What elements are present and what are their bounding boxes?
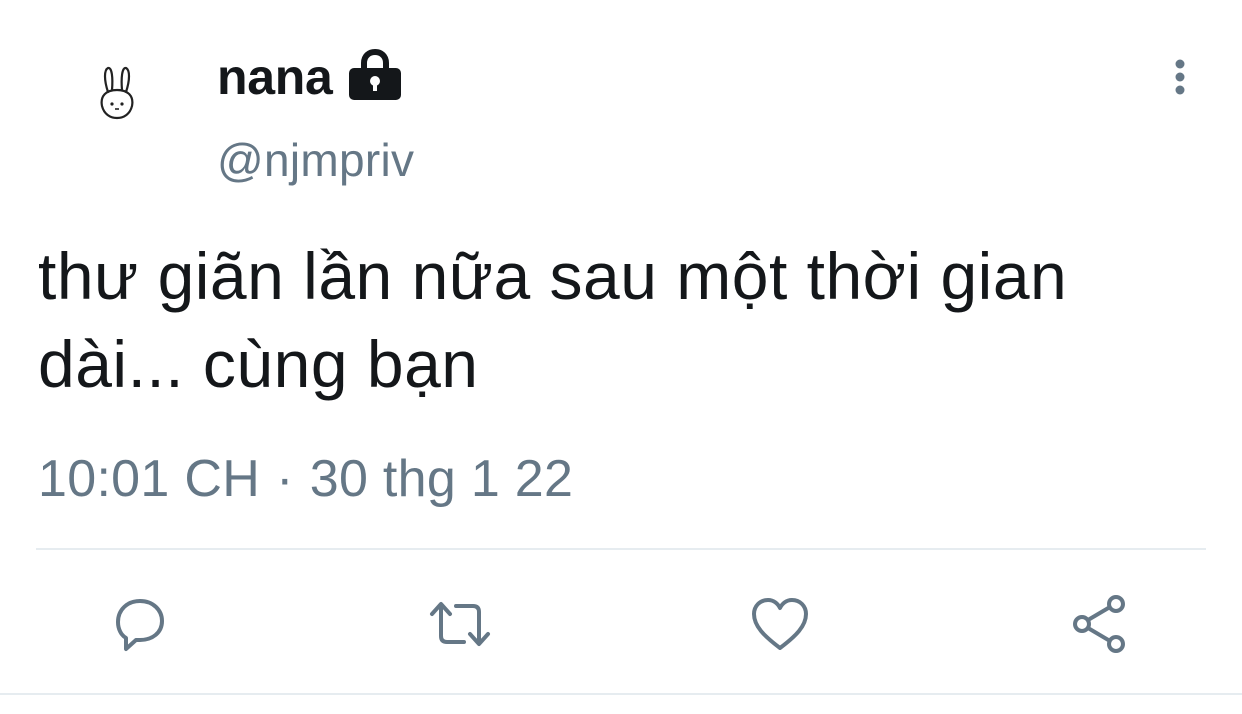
author-handle[interactable]: @njmpriv	[217, 133, 414, 187]
reply-icon	[116, 599, 164, 651]
heart-icon	[752, 598, 808, 650]
share-icon	[1073, 595, 1125, 653]
timestamp-separator: ·	[276, 450, 294, 508]
divider	[36, 548, 1206, 550]
tweet-card: nana @njmpriv thư giãn lần nữa sau một t…	[0, 0, 1242, 714]
tweet-date: 30 thg 1 22	[309, 450, 574, 508]
lock-icon	[347, 46, 403, 102]
like-button[interactable]	[748, 592, 812, 656]
bottom-divider	[0, 693, 1242, 695]
reply-button[interactable]	[108, 592, 172, 656]
retweet-button[interactable]	[428, 592, 492, 656]
avatar[interactable]	[78, 50, 156, 128]
display-name[interactable]: nana	[217, 48, 333, 106]
tweet-text: thư giãn lần nữa sau một thời gian dài..…	[38, 239, 1068, 401]
more-vertical-icon	[1175, 59, 1185, 95]
tweet-timestamp[interactable]: 10:01 CH · 30 thg 1 22	[38, 449, 573, 509]
author-name-row: nana	[217, 44, 403, 110]
tweet-time: 10:01 CH	[38, 450, 261, 508]
more-options-button[interactable]	[1160, 52, 1200, 102]
bunny-icon	[100, 66, 134, 120]
share-button[interactable]	[1068, 592, 1132, 656]
retweet-icon	[430, 602, 490, 646]
